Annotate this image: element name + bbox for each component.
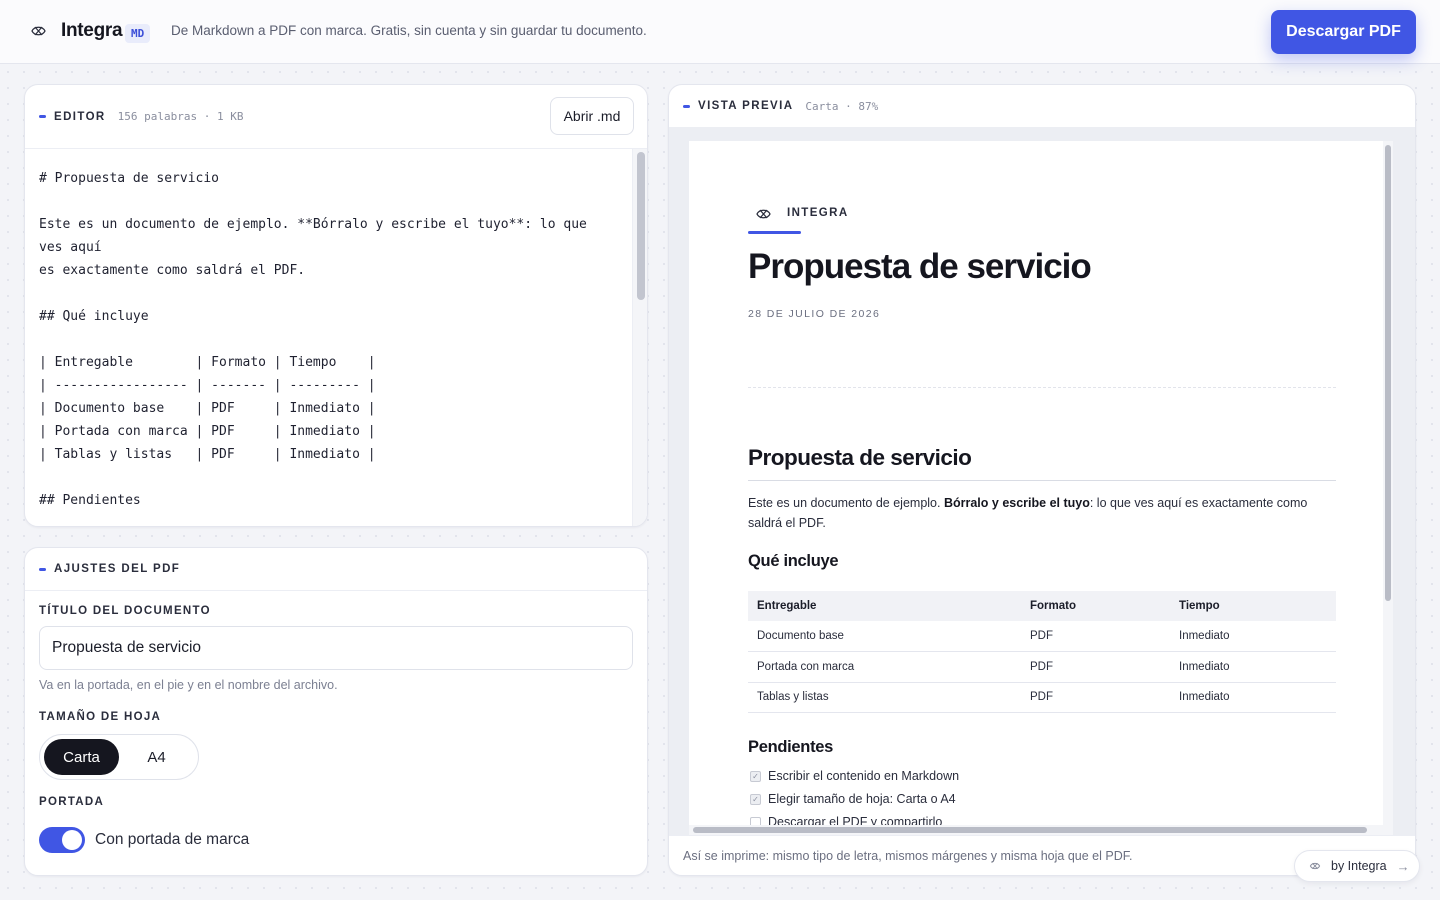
doc-intro-paragraph: Este es un documento de ejemplo. Bórralo…	[748, 496, 1308, 530]
table-cell: Portada con marca	[748, 651, 1021, 683]
section-dash	[39, 567, 46, 571]
md-badge: MD	[125, 24, 151, 43]
doc-table: Entregable Formato Tiempo Documento base…	[748, 591, 1336, 713]
doc-title-label: TÍTULO DEL DOCUMENTO	[39, 605, 211, 617]
preview-panel: VISTA PREVIA Carta · 87% INTEGRA Propues…	[668, 84, 1416, 876]
byline-text: by Integra	[1331, 859, 1387, 873]
tagline: De Markdown a PDF con marca. Gratis, sin…	[171, 23, 647, 38]
download-pdf-button[interactable]: Descargar PDF	[1271, 10, 1416, 54]
editor-title: EDITOR	[54, 110, 106, 123]
byline-logo-icon	[1309, 862, 1321, 870]
preview-vertical-scrollbar[interactable]	[1383, 141, 1393, 825]
doc-logo-icon	[756, 209, 771, 219]
doc-heading-includes: Qué incluye	[748, 552, 839, 570]
editor-line: | Documento base | PDF | Inmediato |	[39, 401, 376, 416]
checkbox-checked-icon: ✓	[750, 793, 761, 805]
table-header-row: Entregable Formato Tiempo	[748, 591, 1336, 621]
page-size-a4[interactable]: A4	[119, 739, 194, 775]
table-header-cell: Formato	[1021, 591, 1170, 621]
table-cell: Documento base	[748, 621, 1021, 652]
editor-line: ## Qué incluye	[39, 309, 149, 324]
preview-meta: Carta · 87%	[805, 99, 879, 113]
preview-vertical-thumb[interactable]	[1385, 145, 1391, 601]
doc-brand-rule	[748, 231, 801, 234]
editor-line: | Tablas y listas | PDF | Inmediato |	[39, 447, 376, 462]
top-bar: Integra MD De Markdown a PDF con marca. …	[0, 0, 1440, 64]
open-md-button[interactable]: Abrir .md	[550, 97, 634, 135]
page-size-label: TAMAÑO DE HOJA	[39, 711, 162, 723]
doc-brand: INTEGRA	[787, 207, 849, 219]
cover-toggle[interactable]	[39, 827, 85, 853]
table-cell: Inmediato	[1170, 621, 1336, 652]
doc-bold-text: Bórralo y escribe el tuyo	[943, 496, 1090, 510]
task-item: ✓ Elegir tamaño de hoja: Carta o A4	[750, 792, 956, 806]
section-dash	[683, 104, 690, 108]
editor-scrollbar[interactable]	[632, 149, 647, 526]
task-item: Descargar el PDF y compartirlo	[750, 815, 942, 825]
page-size-selector: Carta A4	[39, 734, 199, 780]
table-header-cell: Tiempo	[1170, 591, 1336, 621]
editor-line: | Entregable | Formato | Tiempo |	[39, 355, 376, 370]
editor-stats: 156 palabras · 1 KB	[117, 110, 244, 123]
checkbox-empty-icon	[750, 816, 761, 825]
table-row: Tablas y listas PDF Inmediato	[748, 682, 1336, 713]
editor-line: | ----------------- | ------- | --------…	[39, 378, 376, 393]
preview-horizontal-thumb[interactable]	[693, 827, 1367, 833]
pdf-page[interactable]: INTEGRA Propuesta de servicio 28 DE JULI…	[689, 141, 1383, 825]
doc-cover-title: Propuesta de servicio	[748, 247, 1092, 286]
brand-name: Integra	[61, 20, 123, 41]
doc-date: 28 DE JULIO DE 2026	[748, 308, 881, 320]
settings-title: AJUSTES DEL PDF	[54, 563, 181, 575]
table-header-cell: Entregable	[748, 591, 1021, 621]
table-cell: PDF	[1021, 651, 1170, 683]
pdf-settings-panel: AJUSTES DEL PDF TÍTULO DEL DOCUMENTO Va …	[24, 547, 648, 876]
cover-divider	[748, 387, 1336, 388]
doc-title-input[interactable]	[39, 626, 633, 670]
logo-icon	[31, 26, 46, 36]
preview-horizontal-scrollbar[interactable]	[689, 825, 1393, 835]
preview-header: VISTA PREVIA Carta · 87%	[669, 85, 1415, 127]
task-item: ✓ Escribir el contenido en Markdown	[750, 769, 959, 783]
by-integra-link[interactable]: by Integra →	[1294, 850, 1420, 882]
editor-line: ## Pendientes	[39, 493, 141, 508]
editor-scroll-thumb[interactable]	[637, 152, 645, 300]
table-cell: Inmediato	[1170, 682, 1336, 713]
doc-heading-1: Propuesta de servicio	[748, 445, 1336, 481]
toggle-knob	[62, 830, 82, 850]
table-row: Documento base PDF Inmediato	[748, 621, 1336, 652]
editor-line: # Propuesta de servicio	[39, 171, 220, 186]
editor-panel: EDITOR 156 palabras · 1 KB Abrir .md # P…	[24, 84, 648, 527]
table-cell: Tablas y listas	[748, 682, 1021, 713]
preview-title: VISTA PREVIA	[698, 100, 794, 112]
cover-toggle-label: Con portada de marca	[95, 831, 250, 848]
editor-header: EDITOR 156 palabras · 1 KB Abrir .md	[25, 85, 647, 149]
editor-line: Este es un documento de ejemplo. **Bórra…	[39, 217, 595, 255]
markdown-editor[interactable]: # Propuesta de servicio Este es un docume…	[25, 149, 632, 526]
editor-line: es exactamente como saldrá el PDF.	[39, 263, 306, 278]
arrow-right-icon: →	[1396, 858, 1410, 874]
cover-label: PORTADA	[39, 796, 105, 808]
table-cell: PDF	[1021, 682, 1170, 713]
preview-canvas: INTEGRA Propuesta de servicio 28 DE JULI…	[669, 127, 1415, 835]
doc-heading-pending: Pendientes	[748, 738, 834, 756]
table-cell: PDF	[1021, 621, 1170, 652]
page-size-carta[interactable]: Carta	[44, 739, 119, 775]
editor-line: | Portada con marca | PDF | Inmediato |	[39, 424, 376, 439]
checkbox-checked-icon: ✓	[750, 770, 761, 782]
doc-title-hint: Va en la portada, en el pie y en el nomb…	[39, 678, 338, 692]
table-row: Portada con marca PDF Inmediato	[748, 651, 1336, 683]
settings-header: AJUSTES DEL PDF	[25, 548, 647, 591]
table-cell: Inmediato	[1170, 651, 1336, 683]
section-dash	[39, 115, 46, 118]
